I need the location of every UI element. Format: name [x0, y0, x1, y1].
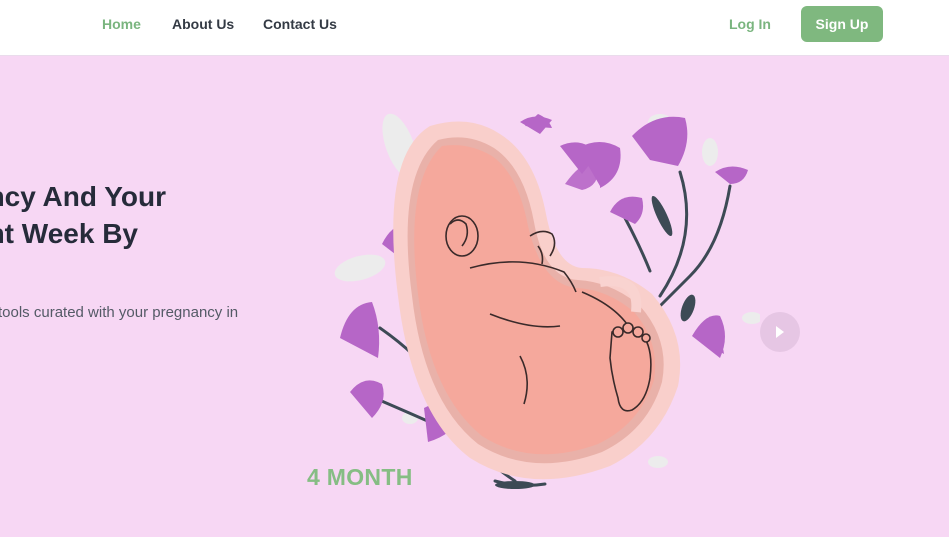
top-navbar: Home About Us Contact Us Log In Sign Up: [0, 0, 949, 56]
hero-title-line-1: ancy And Your: [0, 181, 166, 212]
chevron-right-icon: [776, 326, 784, 338]
month-label: 4 MONTH: [307, 464, 413, 490]
login-link[interactable]: Log In: [729, 16, 771, 32]
signup-button[interactable]: Sign Up: [801, 6, 883, 42]
baby-in-womb-illustration: [334, 113, 760, 489]
next-slide-button[interactable]: [760, 312, 800, 352]
hero-title: ancy And Your ent Week By: [0, 178, 232, 252]
hero-subtitle: tools curated with your pregnancy in: [0, 304, 239, 321]
nav-contact-link[interactable]: Contact Us: [263, 16, 337, 32]
nav-home-link[interactable]: Home: [102, 16, 141, 32]
hero-title-line-2: ent Week By: [0, 218, 138, 249]
nav-about-link[interactable]: About Us: [172, 16, 234, 32]
